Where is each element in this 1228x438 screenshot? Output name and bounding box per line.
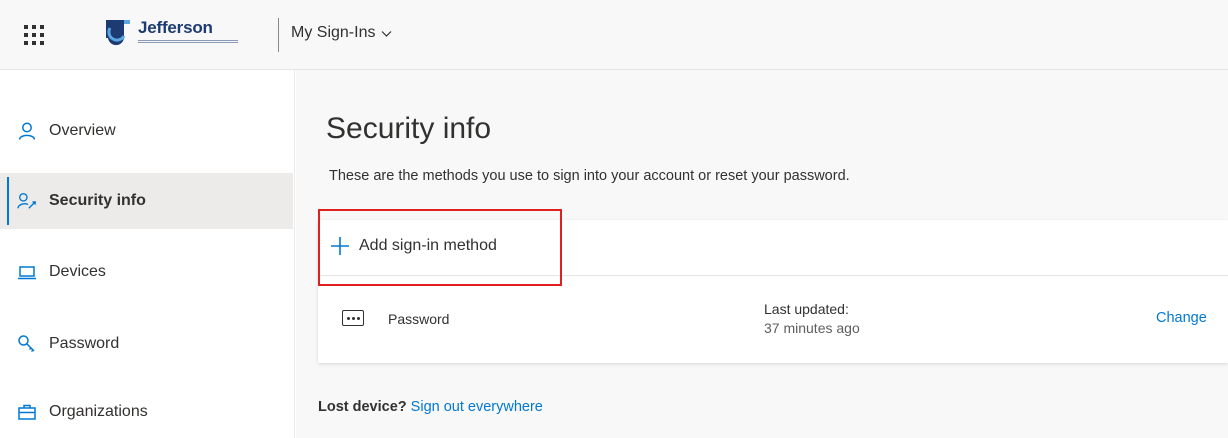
- header-divider: [278, 18, 279, 52]
- sidebar-item-password[interactable]: Password: [0, 316, 293, 372]
- page-description: These are the methods you use to sign in…: [329, 168, 850, 184]
- top-header: Jefferson My Sign-Ins: [0, 0, 1228, 70]
- security-person-icon: [17, 191, 37, 211]
- sidebar-item-organizations[interactable]: Organizations: [0, 384, 293, 438]
- sign-out-everywhere-link[interactable]: Sign out everywhere: [411, 399, 543, 415]
- sidebar-item-label: Organizations: [49, 403, 148, 420]
- lost-device-line: Lost device? Sign out everywhere: [318, 399, 543, 415]
- sidebar-item-label: Password: [49, 335, 120, 352]
- add-sign-in-method-button[interactable]: Add sign-in method: [330, 236, 497, 256]
- app-title: My Sign-Ins: [291, 24, 376, 41]
- sidebar-item-security-info[interactable]: Security info: [0, 173, 293, 229]
- lost-device-label: Lost device?: [318, 399, 407, 415]
- app-switcher-dropdown[interactable]: My Sign-Ins: [291, 24, 393, 42]
- laptop-icon: [17, 262, 37, 282]
- logo-text: Jefferson: [138, 18, 213, 37]
- sidebar-item-label: Devices: [49, 263, 106, 280]
- sidebar-item-label: Security info: [49, 192, 146, 209]
- method-name: Password: [388, 311, 450, 327]
- password-dots-icon: [342, 310, 364, 326]
- sidebar-nav: Overview Security info Devices Password …: [0, 70, 295, 438]
- sidebar-item-overview[interactable]: Overview: [0, 103, 293, 159]
- add-method-label: Add sign-in method: [359, 237, 497, 254]
- last-updated-value: 37 minutes ago: [764, 320, 860, 336]
- main-content: Security info These are the methods you …: [296, 70, 1228, 438]
- jefferson-logo[interactable]: Jefferson: [104, 14, 244, 54]
- logo-tagline: [138, 40, 238, 43]
- person-icon: [17, 121, 37, 141]
- chevron-down-icon: [382, 30, 392, 37]
- change-password-link[interactable]: Change: [1156, 310, 1207, 326]
- add-method-row: Add sign-in method: [318, 209, 1228, 286]
- page-title: Security info: [326, 112, 492, 145]
- jefferson-logo-icon: [106, 20, 130, 46]
- sidebar-item-label: Overview: [49, 122, 116, 139]
- sidebar-item-devices[interactable]: Devices: [0, 244, 293, 300]
- key-icon: [17, 334, 37, 354]
- app-launcher-icon[interactable]: [24, 25, 44, 45]
- method-row: Password Last updated: 37 minutes ago Ch…: [318, 277, 1228, 363]
- plus-icon: [331, 237, 349, 255]
- briefcase-icon: [17, 402, 37, 422]
- methods-card: Add sign-in method Password Last updated…: [318, 209, 1228, 363]
- last-updated-label: Last updated:: [764, 301, 849, 317]
